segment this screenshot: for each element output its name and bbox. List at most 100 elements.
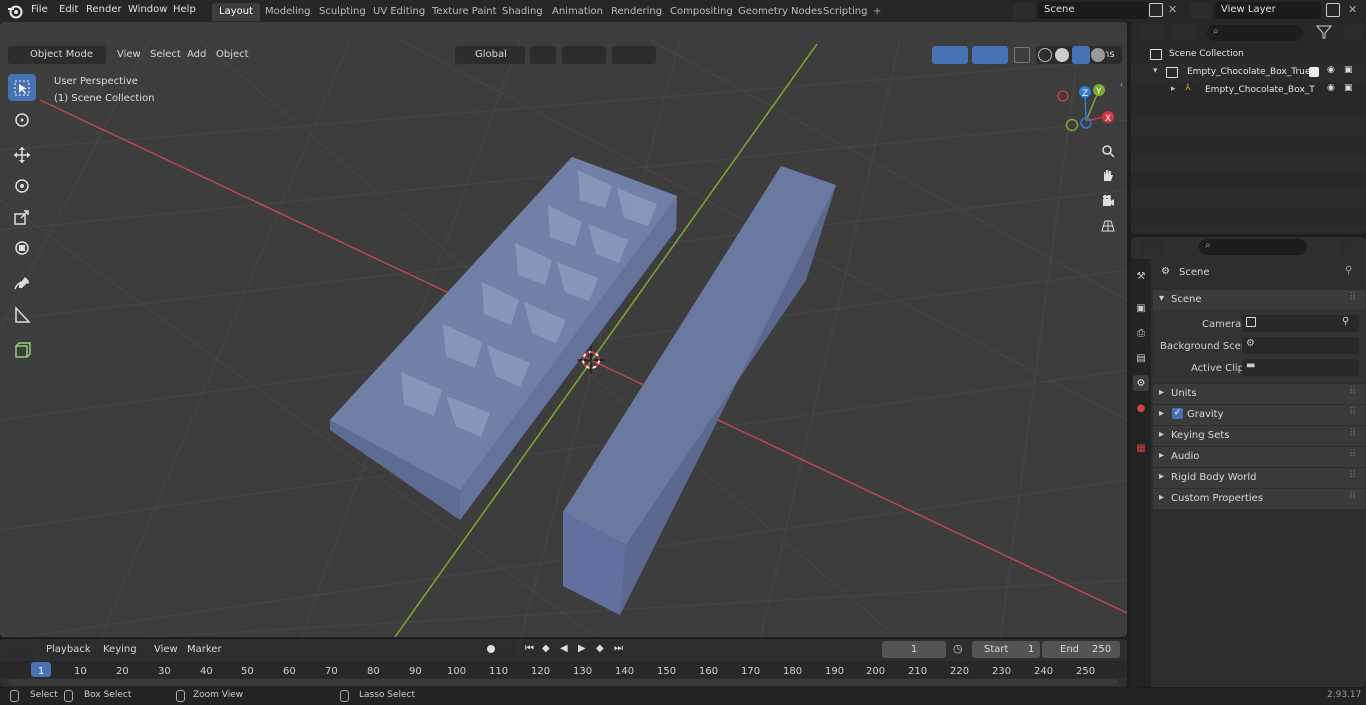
- units-panel-header[interactable]: ▸ Units ⠿: [1153, 384, 1366, 404]
- 3d-viewport[interactable]: Object Mode View Select Add Object Globa…: [0, 22, 1127, 637]
- play-reverse-icon[interactable]: ◀: [560, 643, 568, 654]
- keying-sets-panel-header[interactable]: ▸ Keying Sets ⠿: [1153, 426, 1366, 446]
- tab-geometry-nodes[interactable]: Geometry Nodes: [731, 3, 829, 21]
- expand-icon[interactable]: ▾: [1153, 66, 1158, 76]
- tab-uv-editing[interactable]: UV Editing: [366, 3, 432, 21]
- zoom-icon[interactable]: [1097, 140, 1119, 162]
- drag-handle-icon[interactable]: ⠿: [1349, 491, 1356, 502]
- playback-dropdown[interactable]: Playback: [40, 641, 96, 658]
- auto-keying-toggle-icon[interactable]: [481, 641, 515, 658]
- rotate-tool-icon[interactable]: [8, 172, 36, 199]
- timeline-view-menu[interactable]: View: [154, 644, 178, 655]
- camera-field[interactable]: ⚲: [1242, 315, 1359, 332]
- start-frame-field[interactable]: Start 1: [972, 641, 1040, 658]
- menu-window[interactable]: Window: [128, 4, 167, 15]
- view-layer-field[interactable]: View Layer: [1215, 2, 1321, 19]
- menu-render[interactable]: Render: [86, 4, 122, 15]
- render-camera-icon[interactable]: ▣: [1344, 83, 1353, 93]
- camera-view-icon[interactable]: [1097, 190, 1119, 212]
- tab-compositing[interactable]: Compositing: [663, 3, 740, 21]
- transform-orientation-dropdown[interactable]: Global: [455, 46, 525, 64]
- jump-end-icon[interactable]: ⏭: [614, 643, 623, 654]
- xray-toggle-icon[interactable]: [1014, 47, 1030, 63]
- gizmo-neg-x-icon[interactable]: [1057, 90, 1069, 102]
- gravity-checkbox[interactable]: ✓: [1172, 408, 1183, 419]
- menu-view[interactable]: View: [117, 49, 141, 60]
- drag-handle-icon[interactable]: ⠿: [1349, 407, 1356, 418]
- scene-copy-icon[interactable]: [1149, 3, 1163, 17]
- material-preview-icon[interactable]: [1072, 46, 1090, 64]
- background-scene-field[interactable]: ⚙: [1242, 337, 1359, 354]
- menu-help[interactable]: Help: [173, 4, 196, 15]
- tab-modeling[interactable]: Modeling: [258, 3, 318, 21]
- scene-tab-icon[interactable]: ⚙: [1133, 375, 1149, 391]
- sidebar-toggle-icon[interactable]: ‹: [1120, 80, 1126, 92]
- scale-tool-icon[interactable]: [8, 203, 36, 230]
- menu-add[interactable]: Add: [187, 49, 206, 60]
- visibility-icon[interactable]: [902, 46, 928, 64]
- custom-properties-panel-header[interactable]: ▸ Custom Properties ⠿: [1153, 489, 1366, 509]
- display-mode-icon[interactable]: [1171, 25, 1197, 41]
- audio-panel-header[interactable]: ▸ Audio ⠿: [1153, 447, 1366, 467]
- keying-dropdown[interactable]: Keying: [98, 641, 146, 658]
- rigid-body-world-panel-header[interactable]: ▸ Rigid Body World ⠿: [1153, 468, 1366, 488]
- prev-keyframe-icon[interactable]: ◆: [542, 643, 550, 654]
- scene-close-icon[interactable]: ✕: [1168, 3, 1180, 17]
- render-camera-icon[interactable]: ▣: [1344, 65, 1353, 75]
- tab-layout[interactable]: Layout: [212, 3, 260, 21]
- next-keyframe-icon[interactable]: ◆: [596, 643, 604, 654]
- pivot-point-icon[interactable]: [530, 46, 556, 64]
- world-tab-icon[interactable]: ●: [1133, 400, 1149, 416]
- pan-hand-icon[interactable]: [1097, 165, 1119, 187]
- rendered-shading-icon[interactable]: [1091, 48, 1105, 62]
- end-frame-field[interactable]: End 250: [1042, 641, 1120, 658]
- shading-mode-buttons[interactable]: [1036, 46, 1106, 64]
- timeline-editor-type-icon[interactable]: [8, 641, 34, 658]
- transform-tool-icon[interactable]: [8, 234, 36, 261]
- view-layer-copy-icon[interactable]: [1326, 3, 1340, 17]
- scene-panel-header[interactable]: ▾ Scene ⠿: [1153, 290, 1366, 310]
- move-tool-icon[interactable]: [8, 141, 36, 168]
- select-box-tool-icon[interactable]: [8, 74, 36, 101]
- properties-search-input[interactable]: ⌕: [1199, 239, 1307, 255]
- filter-icon[interactable]: [1315, 25, 1342, 41]
- view-layer-close-icon[interactable]: ✕: [1348, 3, 1360, 17]
- output-tab-icon[interactable]: ⎙: [1133, 325, 1149, 341]
- drag-handle-icon[interactable]: ⠿: [1349, 428, 1356, 439]
- timeline-marker-menu[interactable]: Marker: [187, 644, 222, 655]
- drag-handle-icon[interactable]: ⠿: [1349, 470, 1356, 481]
- eyedropper-icon[interactable]: ⚲: [1342, 316, 1349, 327]
- gizmo-neg-y-icon[interactable]: [1065, 118, 1079, 132]
- tool-tab-icon[interactable]: ⚒: [1133, 268, 1149, 284]
- outliner-row-scene-collection[interactable]: Scene Collection: [1131, 46, 1366, 64]
- tab-sculpting[interactable]: Sculpting: [312, 3, 373, 21]
- pin-icon[interactable]: ⚲: [1345, 265, 1352, 276]
- drag-handle-icon[interactable]: ⠿: [1349, 386, 1356, 397]
- menu-file[interactable]: File: [31, 4, 48, 15]
- gravity-panel-header[interactable]: ▸ ✓ Gravity ⠿: [1153, 405, 1366, 425]
- tab-animation[interactable]: Animation: [545, 3, 610, 21]
- expand-icon[interactable]: ▸: [1171, 84, 1176, 94]
- exclude-checkbox[interactable]: [1309, 67, 1319, 77]
- cursor-tool-icon[interactable]: [8, 106, 36, 133]
- scene-browse-icon[interactable]: [1013, 3, 1035, 19]
- snap-icon[interactable]: [562, 46, 606, 64]
- jump-start-icon[interactable]: ⏮: [525, 643, 534, 654]
- outliner-row-empty-object[interactable]: ▸ ⅄ Empty_Chocolate_Box_T ◉ ▣: [1131, 82, 1366, 100]
- properties-editor-type-icon[interactable]: [1139, 239, 1165, 255]
- texture-tab-icon[interactable]: ▦: [1133, 440, 1149, 456]
- solid-shading-icon[interactable]: [1055, 48, 1069, 62]
- menu-select[interactable]: Select: [150, 49, 181, 60]
- menu-edit[interactable]: Edit: [59, 4, 78, 15]
- mode-selector[interactable]: Object Mode: [8, 46, 106, 64]
- drag-handle-icon[interactable]: ⠿: [1349, 292, 1356, 303]
- tab-rendering[interactable]: Rendering: [604, 3, 669, 21]
- current-frame-field[interactable]: 1: [882, 641, 946, 658]
- tab-texture-paint[interactable]: Texture Paint: [425, 3, 504, 21]
- measure-tool-icon[interactable]: [8, 301, 36, 328]
- blender-logo-icon[interactable]: [7, 3, 23, 19]
- active-clip-field[interactable]: ▬: [1242, 359, 1359, 376]
- eye-icon[interactable]: ◉: [1327, 65, 1335, 75]
- new-collection-icon[interactable]: [1344, 25, 1362, 41]
- outliner-row-chocolate-box-collection[interactable]: ▾ Empty_Chocolate_Box_True_ ◉ ▣: [1131, 64, 1366, 82]
